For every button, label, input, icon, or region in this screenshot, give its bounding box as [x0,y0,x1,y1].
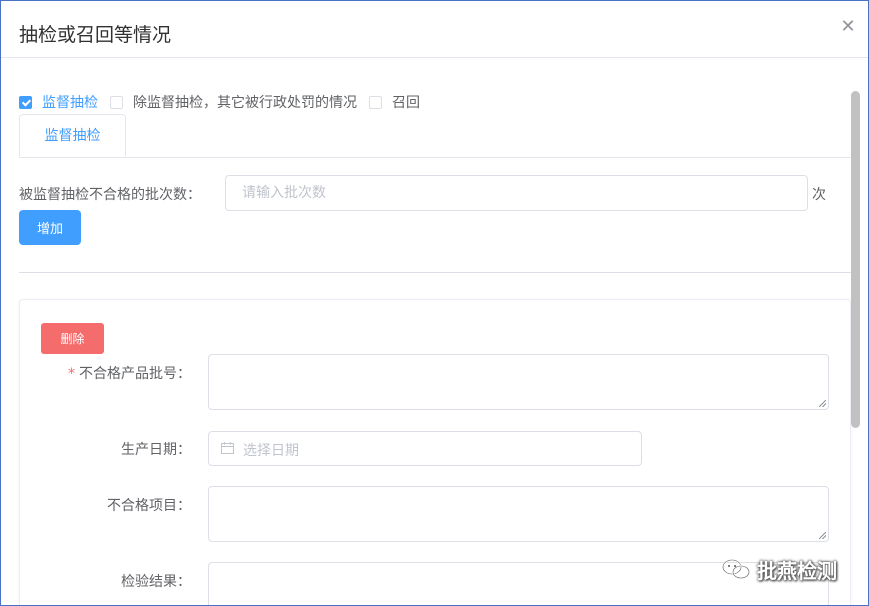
result-label: 检验结果： [121,574,191,590]
resize-handle[interactable] [819,532,826,539]
checkbox-box-checked[interactable] [19,95,32,109]
dialog-title: 抽检或召回等情况 [19,24,172,46]
dialog-header: 抽检或召回等情况 ✕ [1,1,868,58]
checkbox-group: 监督抽检 除监督抽检，其它被行政处罚的情况 召回 [19,92,432,112]
batch-count-row: 被监督抽检不合格的批次数： 次 [19,175,839,211]
tab-bar: 监督抽检 [19,114,851,158]
batch-count-input[interactable] [225,175,808,211]
wechat-icon [721,558,751,580]
tab-supervision[interactable]: 监督抽检 [19,114,126,157]
batch-no-label-text: 不合格产品批号： [79,366,191,382]
batch-no-label: * 不合格产品批号： [16,363,191,383]
checkbox-recall[interactable]: 召回 [369,92,420,112]
checkbox-box[interactable] [369,95,382,109]
checkbox-box[interactable] [110,95,123,109]
failed-items-textarea[interactable] [208,486,829,542]
batch-count-label: 被监督抽检不合格的批次数： [19,187,201,203]
watermark: 批燕检测 [721,555,837,583]
resize-handle[interactable] [819,400,826,407]
delete-button[interactable]: 删除 [41,323,104,354]
divider [19,272,851,273]
production-date-placeholder: 选择日期 [243,443,299,459]
required-mark: * [68,366,75,382]
batch-no-textarea[interactable] [208,354,829,410]
add-button[interactable]: 增加 [19,210,81,245]
checkbox-other-penalty[interactable]: 除监督抽检，其它被行政处罚的情况 [110,92,357,112]
checkbox-label: 监督抽检 [42,95,98,111]
production-date-picker[interactable]: 选择日期 [208,431,642,466]
batch-count-unit: 次 [812,187,826,203]
scrollbar-thumb[interactable] [851,91,860,428]
checkbox-label: 除监督抽检，其它被行政处罚的情况 [133,95,357,111]
dialog: 抽检或召回等情况 ✕ 监督抽检 除监督抽检，其它被行政处罚的情况 召回 监督抽检… [0,0,869,606]
checkbox-label: 召回 [392,95,420,111]
close-icon[interactable]: ✕ [838,17,858,37]
failed-items-label: 不合格项目： [107,498,191,514]
calendar-icon [221,442,234,454]
production-date-label: 生产日期： [121,442,191,458]
watermark-text: 批燕检测 [757,558,837,583]
checkbox-supervision[interactable]: 监督抽检 [19,92,98,112]
